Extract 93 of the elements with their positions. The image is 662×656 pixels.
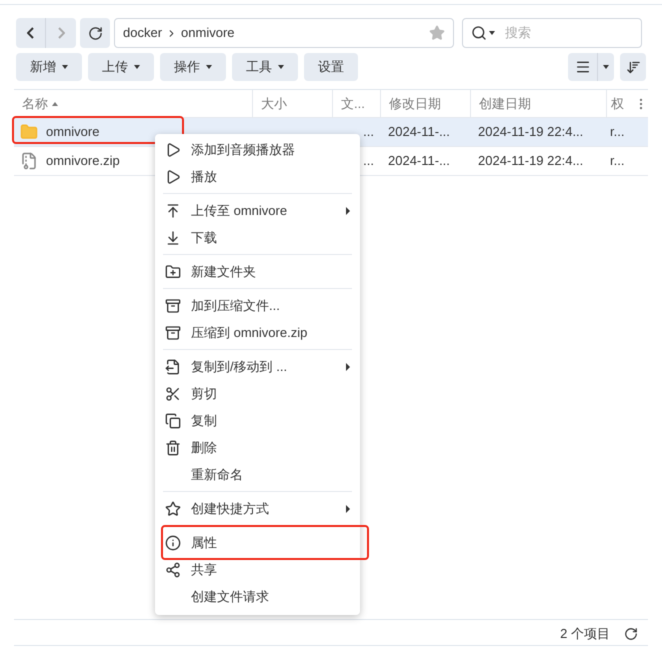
column-header[interactable]: 名称 xyxy=(14,90,252,117)
copy-icon xyxy=(165,412,181,428)
scissors-icon xyxy=(165,386,181,402)
menu-item-label: 属性 xyxy=(191,534,217,552)
search-field[interactable]: 搜索 xyxy=(462,18,642,48)
trash-icon xyxy=(165,440,181,456)
menu-item-label: 删除 xyxy=(191,438,217,457)
caret-icon xyxy=(134,65,140,69)
star-icon[interactable] xyxy=(429,25,445,41)
permission: r... xyxy=(610,124,624,140)
menu-item[interactable]: 复制到/移动到 ... xyxy=(163,353,352,380)
menu-item[interactable]: 重新命名 xyxy=(163,461,352,488)
chevron-right-icon xyxy=(58,27,64,39)
sort-arrow-icon xyxy=(52,102,58,106)
list-icon xyxy=(574,59,590,75)
menu-item[interactable]: 加到压缩文件... xyxy=(163,292,352,319)
toolbar-button[interactable]: 设置 xyxy=(304,53,358,81)
menu-item[interactable]: 创建文件请求 xyxy=(163,583,352,610)
menu-item-label: 创建文件请求 xyxy=(191,588,269,606)
menu-item[interactable]: 上传至 omnivore xyxy=(163,197,352,224)
search-input[interactable]: 搜索 xyxy=(505,23,605,43)
sort-icon xyxy=(626,60,640,74)
folder-icon xyxy=(20,123,38,141)
menu-item[interactable]: 删除 xyxy=(163,434,352,461)
menu-item-label: 新建文件夹 xyxy=(191,262,256,281)
archive-icon xyxy=(165,298,181,314)
submenu-arrow-icon xyxy=(346,362,350,370)
menu-item[interactable]: 剪切 xyxy=(163,380,352,407)
modified-date: 2024-11-... xyxy=(388,153,450,168)
archive-icon xyxy=(165,324,181,340)
created-date: 2024-11-19 22:4... xyxy=(478,124,584,140)
menu-item[interactable]: 属性 xyxy=(163,529,352,556)
zip-file-icon xyxy=(20,152,38,170)
menu-item-label: 剪切 xyxy=(191,384,217,403)
share-icon xyxy=(165,562,181,578)
toolbar-button[interactable]: 工具 xyxy=(232,53,298,81)
permission: r... xyxy=(610,153,624,168)
menu-item[interactable]: 播放 xyxy=(163,163,352,190)
modified-date: 2024-11-... xyxy=(388,124,450,140)
toolbar-button[interactable]: 新增 xyxy=(16,53,82,81)
column-header[interactable]: 大小 xyxy=(252,90,332,117)
menu-item-label: 播放 xyxy=(191,168,217,186)
submenu-arrow-icon xyxy=(346,206,350,214)
menu-item-label: 压缩到 omnivore.zip xyxy=(191,324,308,342)
caret-icon xyxy=(489,31,495,35)
play-icon xyxy=(165,142,181,158)
submenu-arrow-icon xyxy=(346,504,350,512)
toolbar-button[interactable]: 上传 xyxy=(88,53,154,81)
path-field[interactable]: docker onmivore xyxy=(114,18,454,48)
column-header[interactable]: 创建日期 xyxy=(470,90,606,117)
file-arrow-icon xyxy=(165,358,181,374)
menu-item[interactable]: 新建文件夹 xyxy=(163,258,352,285)
caret-icon xyxy=(603,65,609,69)
file-type: ... xyxy=(363,123,374,142)
column-header[interactable]: 权 xyxy=(606,90,634,117)
file-name: omnivore xyxy=(46,123,100,142)
toolbar-button[interactable]: 操作 xyxy=(160,53,226,81)
menu-item-label: 上传至 omnivore xyxy=(191,202,288,220)
file-name: omnivore.zip xyxy=(46,152,120,170)
refresh-icon xyxy=(88,26,102,40)
file-type: ... xyxy=(363,152,374,170)
play-icon xyxy=(165,168,181,184)
path-segment[interactable]: onmivore xyxy=(181,23,234,43)
menu-item[interactable]: 创建快捷方式 xyxy=(163,495,352,522)
new-folder-icon xyxy=(165,264,181,280)
menu-item[interactable]: 复制 xyxy=(163,407,352,434)
column-header[interactable]: 修改日期 xyxy=(380,90,470,117)
caret-icon xyxy=(278,65,284,69)
chevron-left-icon xyxy=(27,27,34,39)
menu-item-label: 复制到/移动到 ... xyxy=(191,358,288,376)
item-count: 2 个项目 xyxy=(560,625,610,643)
menu-item-label: 加到压缩文件... xyxy=(191,296,280,315)
menu-item[interactable]: 共享 xyxy=(163,556,352,583)
sort-button[interactable] xyxy=(620,53,646,81)
star-icon xyxy=(165,500,181,516)
path-segment[interactable]: docker xyxy=(123,23,162,43)
refresh-button[interactable] xyxy=(80,18,110,48)
info-icon xyxy=(165,534,181,550)
menu-item-label: 创建快捷方式 xyxy=(191,500,269,518)
caret-icon xyxy=(206,65,212,69)
search-icon[interactable] xyxy=(471,25,487,41)
upload-icon xyxy=(165,202,181,218)
menu-item[interactable]: 下载 xyxy=(163,224,352,251)
menu-item-label: 重新命名 xyxy=(191,466,243,484)
created-date: 2024-11-19 22:4... xyxy=(478,153,584,168)
download-icon xyxy=(165,230,181,246)
refresh-icon[interactable] xyxy=(624,626,638,641)
menu-item-label: 下载 xyxy=(191,228,217,247)
column-header[interactable]: 文... xyxy=(332,90,380,117)
caret-icon xyxy=(62,65,68,69)
menu-item-label: 共享 xyxy=(191,560,217,579)
menu-item-label: 复制 xyxy=(191,412,217,430)
menu-item[interactable]: 压缩到 omnivore.zip xyxy=(163,319,352,346)
